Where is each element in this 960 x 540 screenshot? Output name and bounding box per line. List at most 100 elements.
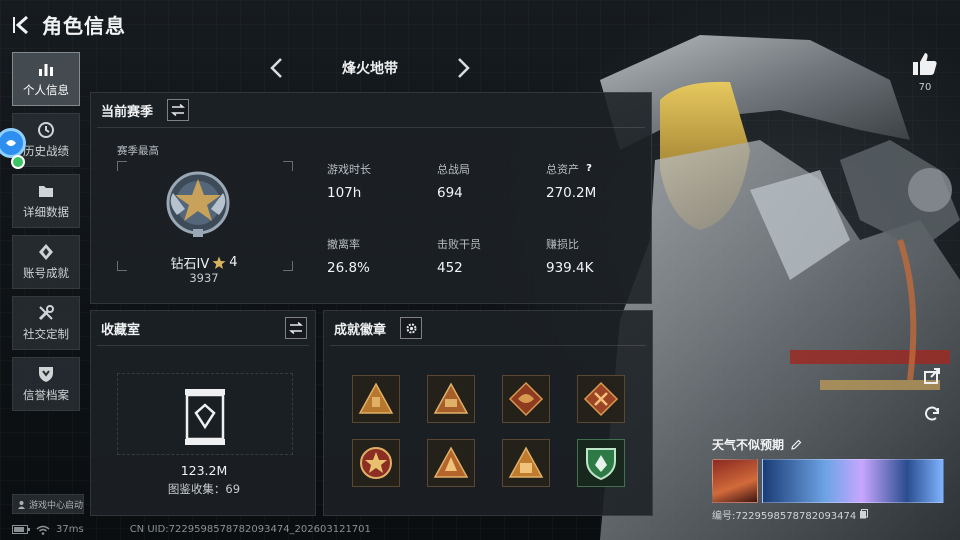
card-art bbox=[712, 459, 944, 503]
diamond-icon bbox=[39, 244, 53, 260]
dragon-badge-icon bbox=[583, 381, 619, 417]
share-icon bbox=[924, 368, 940, 384]
assistant-icon bbox=[6, 140, 16, 146]
stat-label: 总资产 bbox=[546, 163, 579, 176]
battery-icon bbox=[12, 525, 30, 534]
clock-icon bbox=[38, 122, 54, 138]
stat-label: 撤离率 bbox=[327, 238, 360, 251]
online-dot-icon bbox=[11, 155, 25, 169]
card-title: 天气不似预期 bbox=[712, 438, 785, 452]
stat-extraction-rate: 撤离率 26.8% bbox=[327, 236, 370, 276]
diamond-rank-emblem-icon bbox=[166, 171, 230, 237]
badge-settings-button[interactable] bbox=[400, 317, 422, 339]
nav-item-label: 个人信息 bbox=[23, 83, 69, 97]
left-nav: 个人信息 历史战绩 详细数据 账号成就 社交定制 信誉档案 bbox=[12, 52, 82, 418]
pencil-icon[interactable] bbox=[790, 439, 802, 451]
season-selector: 烽火地带 bbox=[90, 52, 650, 84]
like-button[interactable]: 70 bbox=[910, 52, 940, 93]
stat-operators-defeated: 击败干员 452 bbox=[437, 236, 481, 276]
collection-count: 图鉴收集：69 bbox=[167, 482, 241, 496]
swap-collection-button[interactable] bbox=[285, 317, 307, 339]
game-center-launch-button[interactable]: 游戏中心启动 bbox=[12, 494, 84, 514]
help-icon[interactable]: ? bbox=[583, 163, 595, 175]
stat-total-matches: 总战局 694 bbox=[437, 161, 470, 201]
triangle-badge-icon bbox=[433, 382, 469, 414]
card-banner-image bbox=[762, 459, 944, 503]
display-case-icon bbox=[185, 389, 225, 445]
nav-item-personal-info[interactable]: 个人信息 bbox=[12, 52, 80, 106]
page-title: 角色信息 bbox=[42, 14, 126, 38]
star-medal-icon bbox=[360, 447, 392, 479]
thumbs-up-icon bbox=[913, 53, 937, 75]
stat-value: 270.2M bbox=[546, 185, 597, 201]
collection-value: 123.2M bbox=[180, 463, 228, 478]
launch-label: 游戏中心启动 bbox=[29, 500, 84, 511]
status-bar: 37ms CN UID:7229598578782093474_20260312… bbox=[12, 524, 371, 535]
frame-corner bbox=[117, 161, 127, 171]
swap-icon bbox=[289, 322, 303, 334]
stat-label: 总战局 bbox=[437, 163, 470, 176]
card-id-text: 编号:7229598578782093474 bbox=[712, 511, 857, 522]
achievement-badge[interactable] bbox=[577, 439, 625, 487]
rank-name: 钻石IV bbox=[170, 257, 210, 272]
panel-divider bbox=[97, 127, 645, 128]
swap-icon bbox=[171, 104, 185, 116]
stat-profit-loss-ratio: 赚损比 939.4K bbox=[546, 236, 594, 276]
nav-item-label: 详细数据 bbox=[23, 205, 69, 219]
triangle-badge-icon bbox=[433, 446, 469, 478]
panel-title: 成就徽章 bbox=[334, 323, 387, 338]
season-best-label: 赛季最高 bbox=[117, 145, 159, 157]
chevron-left-icon[interactable] bbox=[268, 57, 286, 79]
copy-icon[interactable] bbox=[859, 509, 869, 519]
wifi-icon bbox=[36, 525, 50, 535]
collection-room-panel[interactable]: 收藏室 123.2M 图鉴收集：69 bbox=[90, 310, 316, 516]
stat-value: 694 bbox=[437, 185, 463, 201]
stat-label-row: 总资产 ? bbox=[546, 161, 596, 177]
nav-item-label: 历史战绩 bbox=[23, 144, 69, 158]
like-count: 70 bbox=[918, 82, 932, 93]
rank-points: 3937 bbox=[189, 271, 219, 285]
card-portrait-image bbox=[712, 459, 758, 503]
card-id: 编号:7229598578782093474 bbox=[712, 507, 944, 522]
stat-label: 击败干员 bbox=[437, 238, 481, 251]
triangle-badge-icon bbox=[358, 382, 394, 414]
swap-mode-button[interactable] bbox=[167, 99, 189, 121]
person-icon bbox=[18, 500, 25, 509]
stat-label: 游戏时长 bbox=[327, 163, 371, 176]
stat-play-time: 游戏时长 107h bbox=[327, 161, 371, 201]
achievement-badge[interactable] bbox=[352, 375, 400, 423]
chevron-right-icon[interactable] bbox=[454, 57, 472, 79]
nav-item-social-custom[interactable]: 社交定制 bbox=[12, 296, 80, 350]
share-button[interactable] bbox=[920, 364, 944, 388]
nav-item-label: 社交定制 bbox=[23, 327, 69, 341]
gear-icon bbox=[406, 323, 416, 333]
triangle-badge-icon bbox=[508, 446, 544, 478]
achievement-badge[interactable] bbox=[352, 439, 400, 487]
achievement-badge[interactable] bbox=[427, 439, 475, 487]
achievement-badges-panel: 成就徽章 bbox=[323, 310, 653, 516]
stat-value: 107h bbox=[327, 185, 362, 201]
rank-line: 钻石IV 4 bbox=[91, 253, 317, 272]
green-shield-badge-icon bbox=[586, 448, 616, 481]
back-arrow-icon[interactable] bbox=[12, 14, 34, 36]
season-name: 烽火地带 bbox=[342, 61, 398, 77]
stat-value: 939.4K bbox=[546, 260, 594, 276]
achievement-badge[interactable] bbox=[577, 375, 625, 423]
stat-value: 452 bbox=[437, 260, 463, 276]
bar-chart-icon bbox=[39, 64, 53, 76]
nav-item-label: 信誉档案 bbox=[23, 388, 69, 402]
achievement-badge[interactable] bbox=[502, 439, 550, 487]
panel-divider bbox=[330, 345, 646, 346]
nav-item-reputation[interactable]: 信誉档案 bbox=[12, 357, 80, 411]
achievement-badge[interactable] bbox=[427, 375, 475, 423]
header: 角色信息 bbox=[12, 10, 126, 39]
nav-item-label: 账号成就 bbox=[23, 266, 69, 280]
star-icon bbox=[212, 256, 226, 269]
panel-title: 收藏室 bbox=[101, 323, 141, 338]
tools-icon bbox=[38, 305, 54, 321]
achievement-badge[interactable] bbox=[502, 375, 550, 423]
nav-item-detailed-data[interactable]: 详细数据 bbox=[12, 174, 80, 228]
nav-item-achievements[interactable]: 账号成就 bbox=[12, 235, 80, 289]
business-card[interactable]: 天气不似预期 编号:7229598578782093474 bbox=[712, 436, 944, 522]
refresh-button[interactable] bbox=[920, 402, 944, 426]
